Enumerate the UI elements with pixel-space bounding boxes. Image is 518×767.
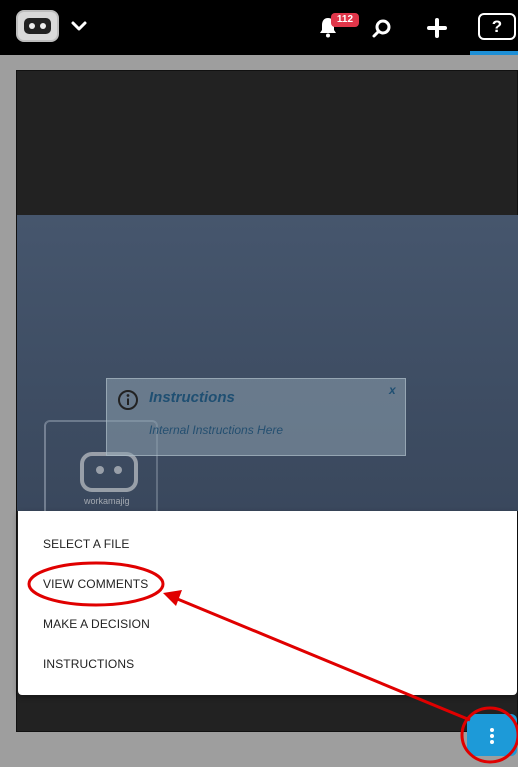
more-vertical-icon-dot-3 — [490, 740, 494, 744]
instructions-title: Instructions — [149, 389, 235, 406]
watermark-text: workamajig — [84, 496, 130, 506]
instructions-close-button[interactable]: x — [389, 383, 396, 397]
action-menu: SELECT A FILE VIEW COMMENTS MAKE A DECIS… — [18, 511, 517, 695]
menu-item-select-a-file[interactable]: SELECT A FILE — [43, 537, 129, 551]
active-tab-indicator — [470, 51, 518, 55]
notification-count-badge: 112 — [331, 13, 359, 27]
instructions-body: Internal Instructions Here — [149, 423, 284, 437]
logo-eye-left — [29, 23, 35, 29]
top-navigation-bar: 112 ? — [0, 0, 518, 55]
more-vertical-icon-dot-2 — [490, 734, 494, 738]
search-icon[interactable] — [371, 17, 393, 39]
menu-item-view-comments[interactable]: VIEW COMMENTS — [43, 577, 148, 591]
logo-face — [24, 18, 51, 34]
more-actions-button[interactable] — [467, 714, 517, 756]
chevron-down-icon[interactable] — [69, 16, 89, 36]
watermark-logo-icon — [80, 452, 138, 492]
help-button[interactable]: ? — [478, 13, 516, 40]
info-icon — [118, 390, 138, 410]
watermark-eye-left — [96, 466, 104, 474]
robot-logo-icon[interactable] — [16, 10, 59, 42]
instructions-popup: Instructions x Internal Instructions Her… — [106, 378, 406, 456]
watermark-eye-right — [114, 466, 122, 474]
logo-eye-right — [40, 23, 46, 29]
more-vertical-icon — [490, 728, 494, 732]
menu-item-make-a-decision[interactable]: MAKE A DECISION — [43, 617, 150, 631]
plus-icon[interactable] — [426, 17, 448, 39]
menu-item-instructions[interactable]: INSTRUCTIONS — [43, 657, 134, 671]
